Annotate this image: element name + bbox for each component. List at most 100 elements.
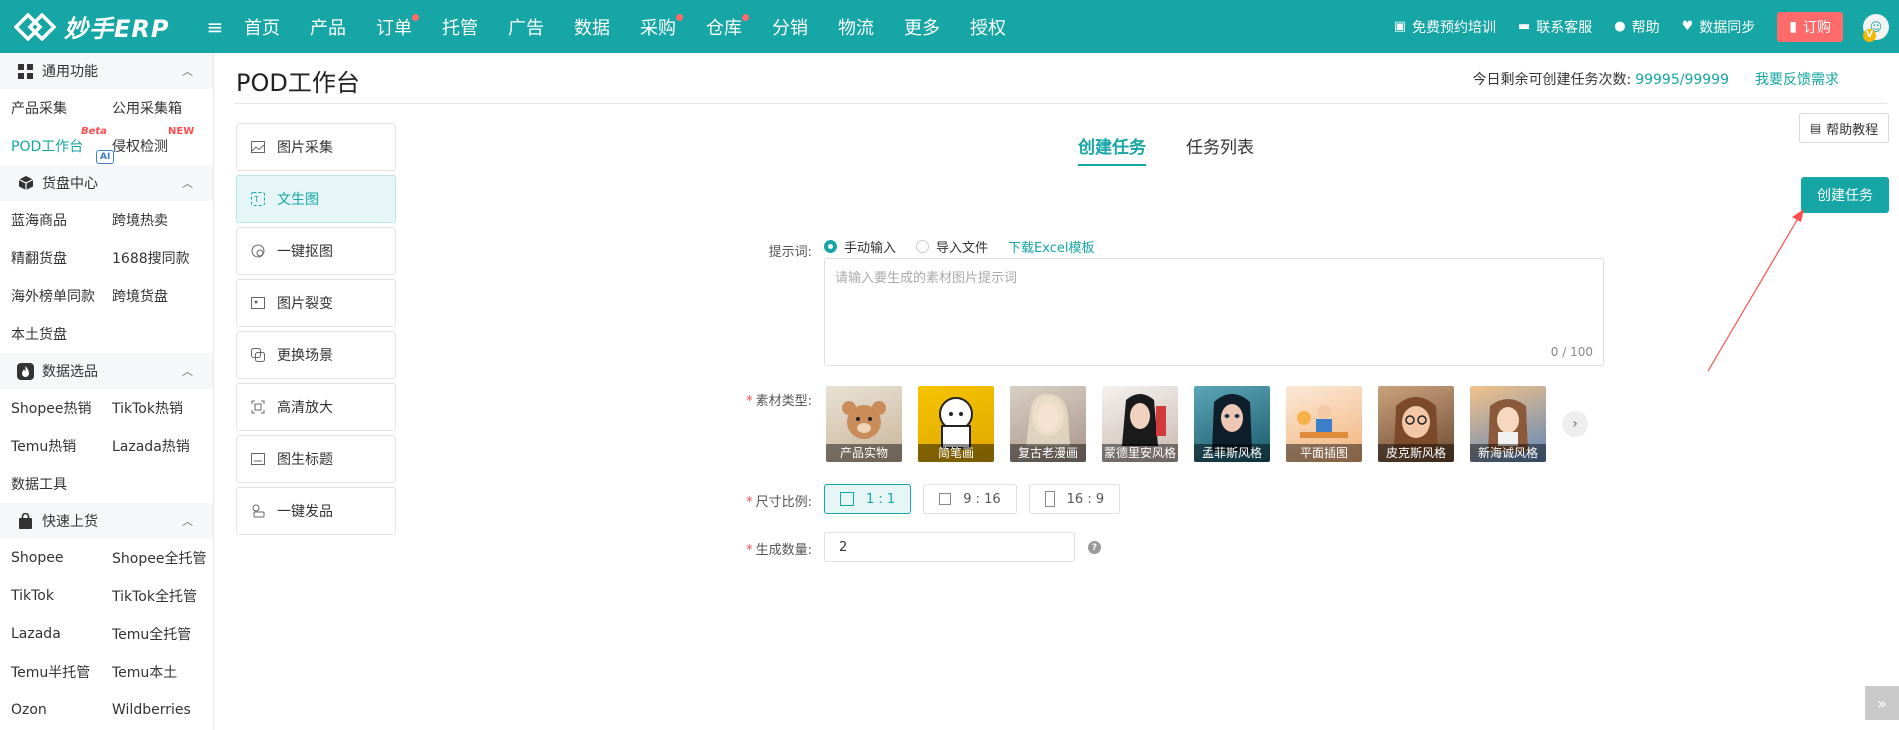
sidebar-item[interactable]: TikTok全托管: [101, 586, 202, 606]
material-option-5[interactable]: 平面插图: [1286, 386, 1362, 462]
nav-item-1[interactable]: 产品: [310, 14, 346, 40]
material-option-7[interactable]: 新海诚风格: [1470, 386, 1546, 462]
sidebar-item[interactable]: Shopee: [0, 550, 101, 566]
ratio-option-0[interactable]: 1 : 1: [824, 484, 912, 514]
sidebar-item[interactable]: 产品采集: [0, 98, 101, 118]
tool-item-3[interactable]: 图片裂变: [236, 279, 396, 327]
ratio-option-label: 9 : 16: [963, 491, 1001, 507]
tool-item-7[interactable]: 一键发品: [236, 487, 396, 535]
tool-list: 图片采集 T 文生图 一键抠图 图片裂变 更换场景 高清放大 图生标题 一键发品: [236, 123, 396, 539]
tool-item-2[interactable]: 一键抠图: [236, 227, 396, 275]
sidebar-item[interactable]: 跨境货盘: [101, 286, 202, 306]
nav-item-4[interactable]: 广告: [508, 14, 544, 40]
nav-item-10[interactable]: 更多: [904, 14, 940, 40]
required-mark: *: [746, 495, 753, 510]
nav-item-5[interactable]: 数据: [574, 14, 610, 40]
chevron-up-icon[interactable]: ︿: [182, 175, 193, 191]
tool-item-6[interactable]: 图生标题: [236, 435, 396, 483]
double-chevron-right-icon[interactable]: »: [1865, 686, 1899, 720]
top-nav-bar: 妙手ERP ≡ 首页 产品 订单 托管 广告 数据 采购 仓库 分销 物流 更多 授权 ▣ 免费预约培…: [0, 0, 1899, 53]
chevron-up-icon[interactable]: ︿: [182, 63, 193, 79]
nav-item-11[interactable]: 授权: [970, 14, 1006, 40]
ratio-option-1[interactable]: 9 : 16: [923, 484, 1017, 514]
nav-item-2[interactable]: 订单: [376, 13, 419, 40]
notification-dot: [412, 13, 419, 21]
nav-item-0[interactable]: 首页: [244, 14, 280, 40]
sidebar-item-label: 海外榜单同款: [11, 289, 95, 305]
material-option-1[interactable]: 简笔画: [918, 386, 994, 462]
question-icon[interactable]: ?: [1088, 541, 1101, 554]
sidebar-item[interactable]: Shopee全托管: [101, 548, 206, 568]
material-option-3[interactable]: 蒙德里安风格: [1102, 386, 1178, 462]
publish-icon: [250, 503, 266, 519]
sidebar-item[interactable]: Lazada热销: [101, 436, 202, 456]
tool-item-0[interactable]: 图片采集: [236, 123, 396, 171]
chevron-up-icon[interactable]: ︿: [182, 363, 193, 379]
count-input[interactable]: 2: [824, 532, 1075, 562]
prompt-textarea[interactable]: 请输入要生成的素材图片提示词 0 / 100: [824, 258, 1604, 366]
sidebar-item[interactable]: 本土货盘: [0, 324, 101, 344]
nav-item-3[interactable]: 托管: [442, 14, 478, 40]
help-tutorial-button[interactable]: ▤ 帮助教程: [1799, 113, 1889, 143]
nav-item-6[interactable]: 采购: [640, 13, 683, 40]
sidebar-item[interactable]: 蓝海商品: [0, 210, 101, 230]
tool-item-5[interactable]: 高清放大: [236, 383, 396, 431]
help-link[interactable]: ● 帮助: [1614, 17, 1659, 37]
tab-0[interactable]: 创建任务: [1078, 133, 1146, 166]
sidebar-item[interactable]: TikTok热销: [101, 398, 202, 418]
sidebar-item[interactable]: Lazada: [0, 626, 101, 642]
logo[interactable]: 妙手ERP: [14, 9, 184, 44]
sidebar-group-1[interactable]: 货盘中心 ︿: [0, 165, 213, 201]
sidebar-group-0[interactable]: 通用功能 ︿: [0, 53, 213, 89]
ratio-option-2[interactable]: 16 : 9: [1028, 484, 1121, 514]
create-task-button[interactable]: 创建任务: [1801, 177, 1889, 213]
sidebar-item[interactable]: Temu全托管: [101, 624, 202, 644]
tab-1[interactable]: 任务列表: [1186, 133, 1254, 166]
material-option-2[interactable]: 复古老漫画: [1010, 386, 1086, 462]
sidebar-item-label: 公用采集箱: [112, 101, 182, 117]
download-template-link[interactable]: 下载Excel模板: [1008, 237, 1094, 256]
feedback-link[interactable]: 我要反馈需求: [1755, 72, 1839, 88]
sidebar-item[interactable]: Temu半托管: [0, 662, 101, 682]
chevron-up-icon[interactable]: ︿: [182, 513, 193, 529]
sidebar-item[interactable]: Temu本土: [101, 662, 202, 682]
sidebar-item[interactable]: Wildberries: [101, 702, 202, 718]
avatar[interactable]: ☺ V: [1863, 13, 1889, 42]
radio-dot: [916, 240, 930, 253]
sidebar-item[interactable]: Temu热销: [0, 436, 101, 456]
sidebar-item[interactable]: 跨境热卖: [101, 210, 202, 230]
sidebar-item[interactable]: POD工作台 Beta AI: [0, 126, 115, 164]
free-training-link[interactable]: ▣ 免费预约培训: [1394, 17, 1496, 37]
tool-item-1[interactable]: T 文生图: [236, 175, 396, 223]
chevron-right-icon[interactable]: ›: [1562, 411, 1588, 437]
radio-import-file[interactable]: 导入文件: [916, 237, 988, 256]
menu-toggle-icon[interactable]: ≡: [204, 15, 226, 39]
sidebar-item[interactable]: 海外榜单同款: [0, 286, 101, 306]
sidebar-group-title: 通用功能: [42, 64, 98, 80]
sidebar-item[interactable]: Ozon: [0, 702, 101, 718]
data-sync-link[interactable]: ♥ 数据同步: [1682, 17, 1756, 37]
sidebar-item-label: 产品采集: [11, 101, 67, 117]
nav-item-label: 仓库: [706, 17, 742, 39]
nav-item-8[interactable]: 分销: [772, 14, 808, 40]
sidebar-item[interactable]: Shopee热销: [0, 398, 101, 418]
nav-item-9[interactable]: 物流: [838, 14, 874, 40]
sidebar-item[interactable]: 精翻货盘: [0, 248, 101, 268]
material-option-6[interactable]: 皮克斯风格: [1378, 386, 1454, 462]
sidebar-group-3[interactable]: 快速上货 ︿: [0, 503, 213, 539]
sidebar-item[interactable]: TikTok: [0, 588, 101, 604]
sidebar-item[interactable]: 公用采集箱: [101, 98, 202, 118]
material-option-4[interactable]: 孟菲斯风格: [1194, 386, 1270, 462]
order-button[interactable]: ▮ 订购: [1777, 11, 1843, 42]
prompt-char-counter: 0 / 100: [1550, 345, 1593, 359]
material-option-0[interactable]: 产品实物: [826, 386, 902, 462]
sidebar-item[interactable]: 1688搜同款: [101, 248, 202, 268]
nav-item-label: 托管: [442, 17, 478, 39]
radio-manual-input[interactable]: 手动输入: [824, 237, 896, 256]
nav-item-7[interactable]: 仓库: [706, 13, 749, 40]
contact-support-link[interactable]: ▬ 联系客服: [1518, 17, 1592, 37]
sidebar-item[interactable]: 数据工具: [0, 474, 101, 494]
tool-item-4[interactable]: 更换场景: [236, 331, 396, 379]
sidebar-group-2[interactable]: 数据选品 ︿: [0, 353, 213, 389]
sidebar-item[interactable]: 侵权检测 NEW: [101, 126, 202, 156]
